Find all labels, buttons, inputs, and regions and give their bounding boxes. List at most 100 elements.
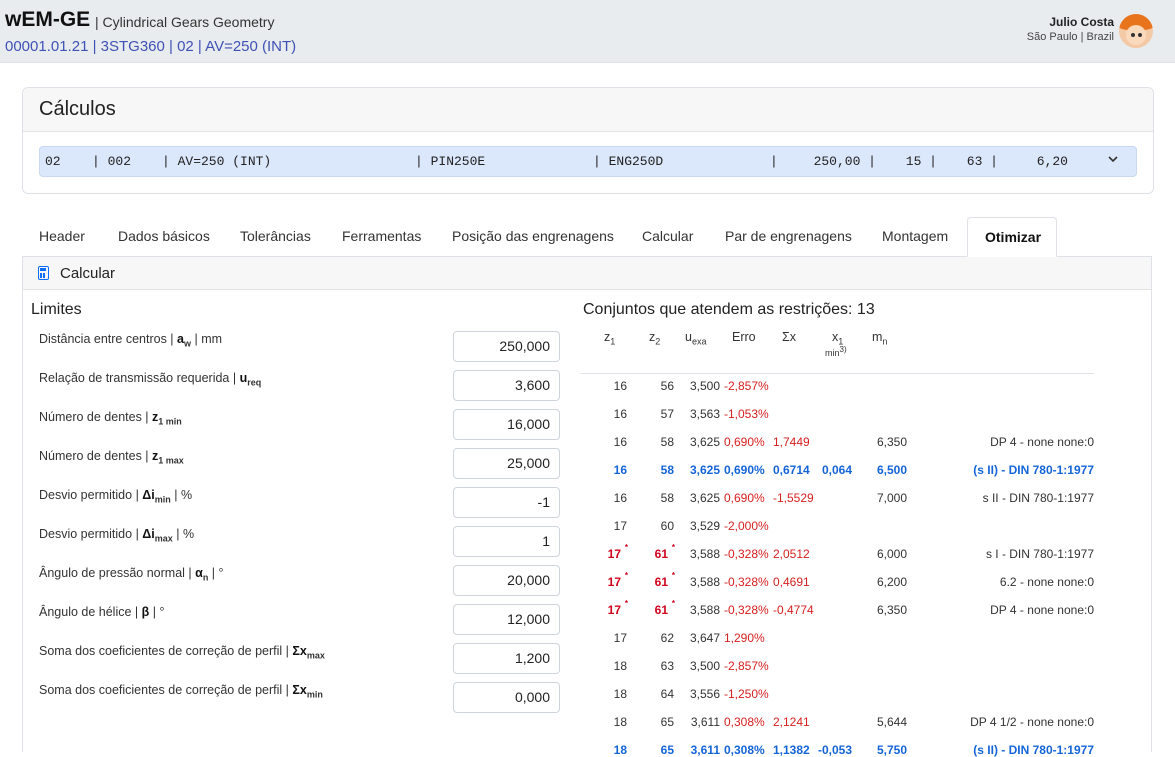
user-location: São Paulo | Brazil xyxy=(1026,31,1114,43)
cell-sx: 2,0512 xyxy=(773,547,810,561)
cell-tool: DP 4 - none none:0 xyxy=(990,435,1094,449)
cell-x1: 0,064 xyxy=(821,463,852,477)
cell-x1: -0,053 xyxy=(817,743,852,757)
cell-sx: 0,6714 xyxy=(773,463,810,477)
app-brand[interactable]: wEM-GE xyxy=(5,8,90,32)
cell-u: 3,625 xyxy=(689,491,720,505)
cell-z2: 58 xyxy=(660,463,674,477)
limit-input[interactable]: 1 xyxy=(453,526,560,557)
select-col: | 002 xyxy=(92,154,132,169)
cell-erro: 0,308% xyxy=(724,743,765,757)
cell-erro: 1,290% xyxy=(724,631,765,645)
tab-dados-basicos[interactable]: Dados básicos xyxy=(101,217,227,255)
cell-mn: 5,750 xyxy=(876,743,907,757)
cell-z1: 16 xyxy=(613,435,627,449)
cell-z1: 17 * xyxy=(607,571,628,589)
cell-erro: 0,690% xyxy=(724,491,765,505)
tab-header[interactable]: Header xyxy=(22,217,102,255)
col-header-mn: mn xyxy=(872,330,888,347)
select-col: 6,20 xyxy=(1036,154,1068,169)
select-col: | xyxy=(770,154,778,169)
limit-label: Ângulo de pressão normal | αn | ° xyxy=(39,566,224,583)
cell-erro: -1,250% xyxy=(724,687,769,701)
cell-tool: DP 4 - none none:0 xyxy=(990,603,1094,617)
cell-sx: 1,7449 xyxy=(773,435,810,449)
cell-erro: 0,690% xyxy=(724,435,765,449)
limit-input[interactable]: 20,000 xyxy=(453,565,560,596)
card-title: Cálculos xyxy=(39,98,116,120)
cell-z1: 18 xyxy=(613,743,627,757)
select-col: | ENG250D xyxy=(593,154,664,169)
cell-z1: 16 xyxy=(613,491,627,505)
user-name[interactable]: Julio Costa xyxy=(1049,15,1114,29)
cell-z2: 63 xyxy=(660,659,674,673)
select-col: | AV=250 (INT) xyxy=(162,154,272,169)
top-bar: wEM-GE | Cylindrical Gears Geometry 0000… xyxy=(0,0,1175,63)
cell-z1: 17 * xyxy=(607,599,628,617)
cell-z1: 18 xyxy=(613,687,627,701)
limit-input[interactable]: 1,200 xyxy=(453,643,560,674)
avatar[interactable] xyxy=(1119,14,1153,48)
tab-calcular[interactable]: Calcular xyxy=(625,217,710,255)
cell-z2: 60 xyxy=(660,519,674,533)
cell-z1: 16 xyxy=(613,379,627,393)
limit-label: Soma dos coeficientes de correção de per… xyxy=(39,683,323,700)
limit-input[interactable]: 16,000 xyxy=(453,409,560,440)
cell-u: 3,500 xyxy=(689,659,720,673)
limit-label: Desvio permitido | Δimin | % xyxy=(39,488,193,505)
cell-erro: -0,328% xyxy=(724,547,769,561)
limit-input[interactable]: 3,600 xyxy=(453,370,560,401)
limit-label: Ângulo de hélice | β | ° xyxy=(39,605,165,619)
select-col: 02 xyxy=(45,154,61,169)
project-code[interactable]: 00001.01.21 | 3STG360 | 02 | AV=250 (INT… xyxy=(5,38,296,55)
limit-input[interactable]: 12,000 xyxy=(453,604,560,635)
col-header-x1-min: min3) xyxy=(825,345,847,358)
cell-erro: 0,308% xyxy=(724,715,765,729)
select-col: 63 | xyxy=(966,154,998,169)
cell-u: 3,556 xyxy=(689,687,720,701)
sets-title: Conjuntos que atendem as restrições: 13 xyxy=(583,301,875,318)
cell-mn: 7,000 xyxy=(876,491,907,505)
limit-input[interactable]: 250,000 xyxy=(453,331,560,362)
limit-input[interactable]: -1 xyxy=(453,487,560,518)
cell-sx: 0,4691 xyxy=(773,575,810,589)
cell-z1: 17 xyxy=(613,519,627,533)
cell-erro: -2,857% xyxy=(724,379,769,393)
cell-tool: s I - DIN 780-1:1977 xyxy=(985,547,1094,561)
col-header-u: uexa xyxy=(685,330,707,347)
cell-tool: (s II) - DIN 780-1:1977 xyxy=(973,743,1094,757)
tab-otimizar[interactable]: Otimizar xyxy=(967,217,1057,257)
cell-u: 3,588 xyxy=(689,547,720,561)
cell-mn: 6,000 xyxy=(876,547,907,561)
cell-z1: 16 xyxy=(613,463,627,477)
cell-u: 3,625 xyxy=(689,463,720,477)
cell-u: 3,611 xyxy=(690,715,720,729)
chevron-down-icon[interactable] xyxy=(1108,154,1118,164)
tab-tolerancias[interactable]: Tolerâncias xyxy=(223,217,328,255)
limit-input[interactable]: 25,000 xyxy=(453,448,560,479)
tab-ferramentas[interactable]: Ferramentas xyxy=(325,217,438,255)
cell-tool: 6.2 - none none:0 xyxy=(999,575,1094,589)
limit-input[interactable]: 0,000 xyxy=(453,682,560,713)
cell-z1: 16 xyxy=(613,407,627,421)
cell-z2: 61 * xyxy=(654,599,675,617)
cell-mn: 6,350 xyxy=(876,603,907,617)
cell-z2: 58 xyxy=(660,435,674,449)
cell-u: 3,647 xyxy=(689,631,720,645)
cell-u: 3,500 xyxy=(689,379,720,393)
calculations-card: Cálculos 02 | 002 | AV=250 (INT) | PIN25… xyxy=(22,87,1154,194)
select-col: 15 | xyxy=(905,154,937,169)
cell-u: 3,588 xyxy=(689,603,720,617)
calculation-select[interactable]: 02 | 002 | AV=250 (INT) | PIN250E | ENG2… xyxy=(39,146,1137,177)
cell-z1: 18 xyxy=(613,715,627,729)
tab-posicao-engrenagens[interactable]: Posição das engrenagens xyxy=(435,217,631,255)
calculator-icon xyxy=(38,266,49,280)
cell-erro: -0,328% xyxy=(724,603,769,617)
cell-z2: 65 xyxy=(660,743,674,757)
cell-sx: -0,4774 xyxy=(773,603,814,617)
tab-par-engrenagens[interactable]: Par de engrenagens xyxy=(708,217,869,255)
cell-z2: 57 xyxy=(660,407,674,421)
cell-z1: 17 xyxy=(613,631,627,645)
tab-montagem[interactable]: Montagem xyxy=(865,217,965,255)
cell-tool: (s II) - DIN 780-1:1977 xyxy=(973,463,1094,477)
